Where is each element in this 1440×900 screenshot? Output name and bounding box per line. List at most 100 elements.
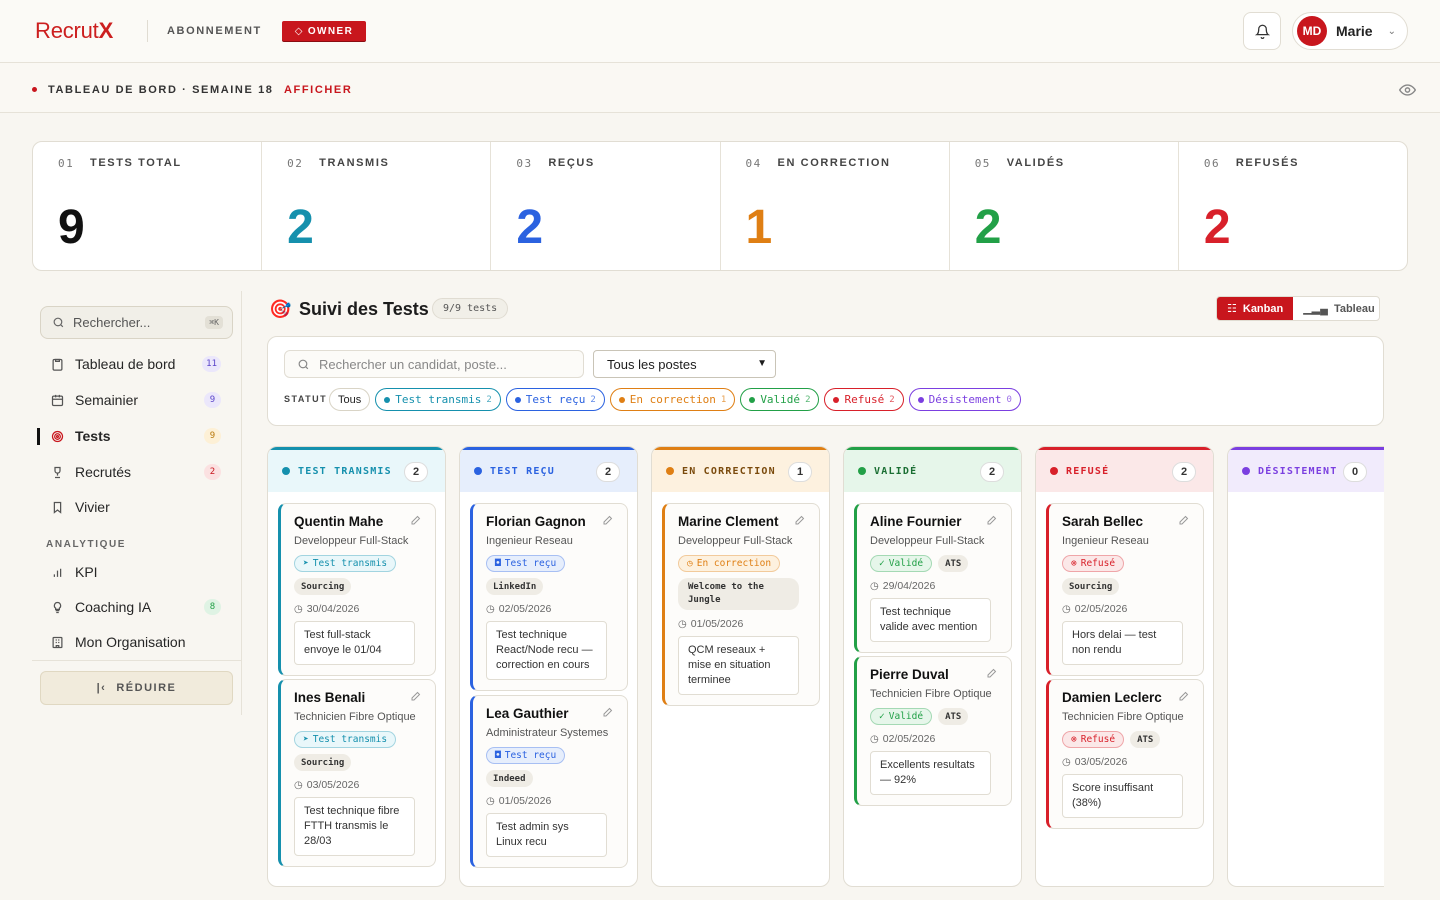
edit-icon[interactable]	[602, 705, 614, 723]
divider	[32, 660, 241, 661]
candidate-name: Aline Fournier	[870, 514, 962, 529]
sidebar-item-coaching-ia[interactable]: Coaching IA 8	[32, 592, 241, 622]
collapse-sidebar-button[interactable]: |‹ RÉDUIRE	[40, 671, 233, 705]
column-header: DÉSISTEMENT 0	[1228, 447, 1384, 492]
count-badge: 11	[202, 356, 221, 372]
column-count: 1	[788, 462, 812, 482]
stat-value: 9	[58, 201, 85, 254]
status-pill: ➤ Test transmis	[294, 555, 397, 572]
source-tag: ATS	[1130, 731, 1161, 748]
user-menu-button[interactable]: MD Marie ⌄	[1292, 12, 1408, 50]
status-icon: ✓	[879, 711, 885, 722]
kanban-column-d-sistement: DÉSISTEMENT 0	[1227, 446, 1384, 887]
candidate-card[interactable]: Lea Gauthier Administrateur Systemes ◘ Te…	[470, 695, 628, 868]
owner-badge: ◇ OWNER	[282, 21, 366, 41]
clock-icon: ◷	[1062, 756, 1071, 768]
column-header: VALIDÉ 2	[844, 447, 1021, 492]
candidate-card[interactable]: Florian Gagnon Ingenieur Reseau ◘ Test re…	[470, 503, 628, 691]
stat-index: 01	[58, 157, 75, 170]
candidate-card[interactable]: Aline Fournier Developpeur Full-Stack ✓ V…	[854, 503, 1012, 653]
sidebar-item-tableau-de-bord[interactable]: Tableau de bord 11	[32, 349, 241, 379]
candidate-card[interactable]: Sarah Bellec Ingenieur Reseau ⊗ Refusé Sou…	[1046, 503, 1204, 676]
candidate-search-input[interactable]: Rechercher un candidat, poste...	[284, 350, 584, 378]
stat-card: 06 REFUSÉS 2	[1179, 142, 1407, 270]
sidebar-item-recrut-s[interactable]: Recrutés 2	[32, 457, 241, 487]
edit-icon[interactable]	[602, 513, 614, 531]
clock-icon: ◷	[870, 580, 879, 592]
filters-panel: Rechercher un candidat, poste... Tous le…	[267, 336, 1384, 426]
status-icon: ◷	[687, 558, 693, 569]
source-tag: ATS	[938, 708, 969, 725]
card-note: Test technique fibre FTTH transmis le 28…	[294, 797, 415, 856]
column-count: 2	[980, 462, 1004, 482]
column-count: 2	[1172, 462, 1196, 482]
edit-icon[interactable]	[410, 513, 422, 531]
sidebar-item-semainier[interactable]: Semainier 9	[32, 385, 241, 415]
candidate-card[interactable]: Damien Leclerc Technicien Fibre Optique …	[1046, 679, 1204, 829]
candidate-name: Quentin Mahe	[294, 514, 384, 529]
sidebar-item-vivier[interactable]: Vivier	[32, 492, 241, 522]
candidate-card[interactable]: Ines Benali Technicien Fibre Optique ➤ Te…	[278, 679, 436, 867]
edit-icon[interactable]	[986, 513, 998, 531]
status-chip-test-re-u[interactable]: Test reçu 2	[505, 388, 605, 411]
logo[interactable]: RecrutX	[35, 18, 113, 44]
edit-icon[interactable]	[1178, 513, 1190, 531]
source-tag: LinkedIn	[486, 578, 544, 595]
edit-icon[interactable]	[1178, 689, 1190, 707]
status-pill: ✓ Validé	[870, 708, 933, 725]
diamond-icon: ◇	[294, 25, 304, 37]
status-chip-en-correction[interactable]: En correction 1	[609, 388, 736, 411]
edit-icon[interactable]	[986, 666, 998, 684]
card-note: Score insuffisant (38%)	[1062, 774, 1183, 818]
stat-index: 04	[745, 157, 762, 170]
status-chip-refus-[interactable]: Refusé 2	[824, 388, 904, 411]
kanban-column-test-re-u: TEST REÇU 2 Florian Gagnon Ingenieur Res…	[459, 446, 638, 887]
card-date: ◷ 02/05/2026	[870, 733, 936, 745]
column-title: EN CORRECTION	[682, 465, 776, 477]
status-dot	[833, 396, 840, 403]
sidebar-item-tests[interactable]: Tests 9	[32, 421, 241, 451]
column-title: TEST TRANSMIS	[298, 465, 392, 477]
edit-icon[interactable]	[410, 689, 422, 707]
status-icon: ⊗	[1071, 734, 1077, 745]
user-name: Marie	[1336, 23, 1373, 39]
bookmark-icon	[53, 501, 62, 514]
kanban-view-button[interactable]: ☷ Kanban	[1217, 297, 1294, 320]
stat-label: VALIDÉS	[1006, 157, 1065, 169]
divider	[147, 20, 148, 42]
edit-icon[interactable]	[794, 513, 806, 531]
status-dot	[514, 396, 521, 403]
sidebar-item-mon-organisation[interactable]: Mon Organisation	[32, 627, 241, 657]
status-pill: ➤ Test transmis	[294, 731, 397, 748]
table-view-button[interactable]: ▁▂▄ Tableau	[1293, 297, 1379, 320]
subscription-link[interactable]: ABONNEMENT	[167, 25, 262, 37]
notifications-button[interactable]	[1243, 12, 1281, 50]
page-title: Suivi des Tests	[299, 299, 429, 319]
status-chip-tous[interactable]: Tous	[329, 388, 371, 411]
status-chip-d-sistement[interactable]: Désistement 0	[908, 388, 1021, 411]
position-select[interactable]: Tous les postes ▼	[593, 350, 776, 378]
show-link[interactable]: AFFICHER	[284, 84, 352, 96]
status-dot	[666, 467, 674, 475]
chevron-down-icon: ⌄	[1387, 25, 1396, 37]
stat-card: 01 TESTS TOTAL 9	[33, 142, 263, 270]
column-header: EN CORRECTION 1	[652, 447, 829, 492]
status-dot	[1242, 467, 1250, 475]
card-date: ◷ 29/04/2026	[870, 580, 936, 592]
status-chip-test-transmis[interactable]: Test transmis 2	[375, 388, 501, 411]
candidate-card[interactable]: Quentin Mahe Developpeur Full-Stack ➤ Tes…	[278, 503, 436, 676]
status-chip-valid-[interactable]: Validé 2	[740, 388, 820, 411]
candidate-role: Developpeur Full-Stack	[294, 535, 409, 547]
candidate-card[interactable]: Marine Clement Developpeur Full-Stack ◷ E…	[662, 503, 820, 706]
column-title: TEST REÇU	[490, 465, 555, 477]
eye-icon[interactable]	[1398, 83, 1417, 102]
kanban-column-refus-: REFUSÉ 2 Sarah Bellec Ingenieur Reseau ⊗…	[1035, 446, 1214, 887]
column-header: TEST REÇU 2	[460, 447, 637, 492]
candidate-name: Pierre Duval	[870, 667, 949, 682]
candidate-card[interactable]: Pierre Duval Technicien Fibre Optique ✓ V…	[854, 656, 1012, 806]
candidate-role: Developpeur Full-Stack	[870, 535, 985, 547]
sidebar-item-kpi[interactable]: KPI	[32, 557, 241, 587]
sidebar-search-input[interactable]: Rechercher... ⌘K	[40, 306, 233, 339]
card-note: Test admin sys Linux recu	[486, 813, 607, 857]
status-icon: ◘	[495, 558, 501, 569]
